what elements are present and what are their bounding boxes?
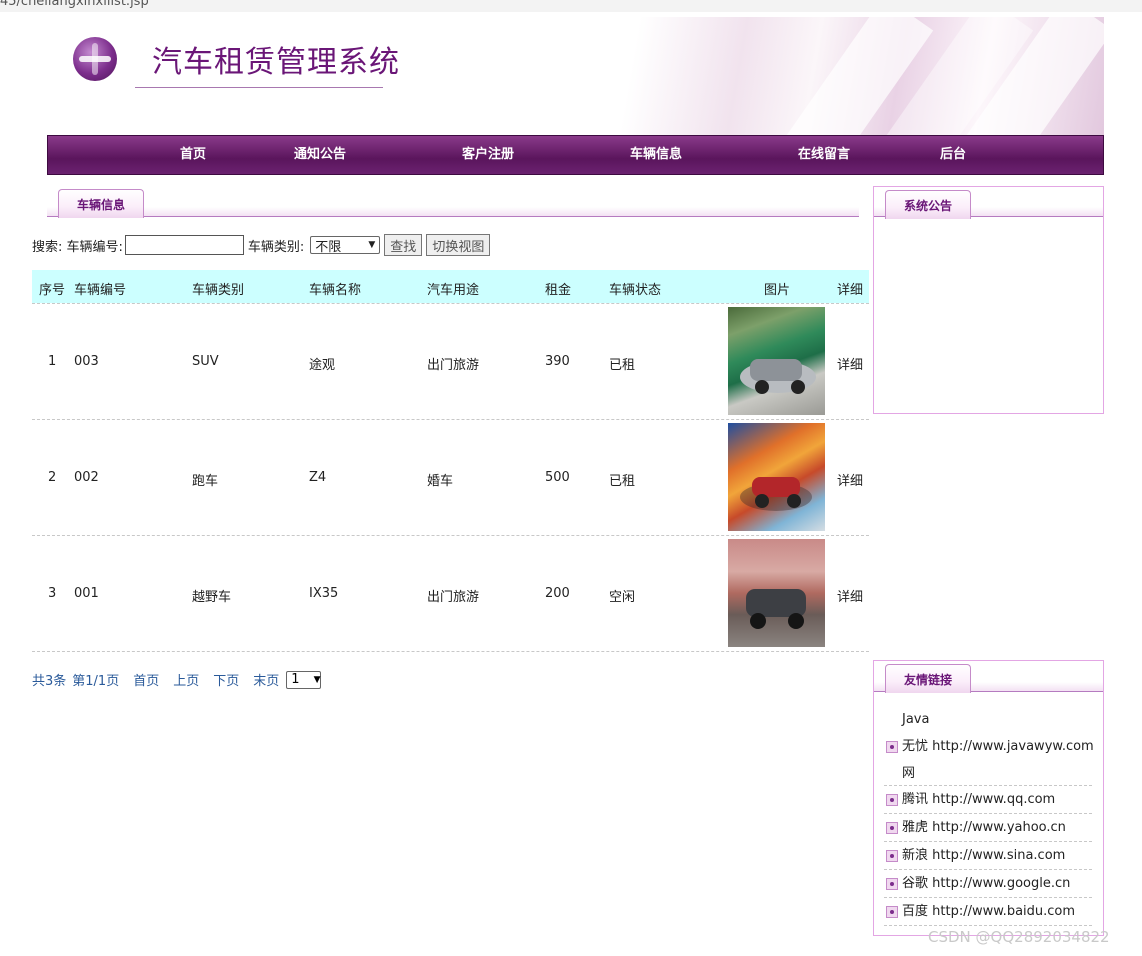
row-detail-link[interactable]: 详细 — [837, 586, 863, 605]
search-button[interactable]: 查找 — [384, 234, 423, 256]
red-suv-photo[interactable] — [728, 423, 825, 531]
page-select[interactable]: 1 ▼ — [286, 670, 322, 689]
nav-home[interactable]: 首页 — [180, 136, 206, 174]
table-row: 1 003 SUV 途观 出门旅游 390 已租 详细 — [32, 304, 869, 420]
row-status: 已租 — [609, 358, 636, 373]
main-tab-line — [47, 207, 859, 217]
dropdown-arrow-icon: ▼ — [368, 240, 376, 250]
row-code: 003 — [74, 354, 99, 369]
title-underline — [135, 87, 383, 88]
notice-box: 系统公告 — [873, 186, 1104, 414]
link-bullet-icon — [886, 850, 898, 862]
list-item[interactable]: 百度 http://www.baidu.com — [884, 898, 1092, 926]
silver-suv-photo[interactable] — [728, 307, 825, 415]
tab-friend-links[interactable]: 友情链接 — [885, 664, 971, 693]
row-status: 已租 — [609, 474, 636, 489]
search-label: 搜索: 车辆编号: — [32, 239, 123, 255]
row-index: 3 — [48, 586, 57, 601]
nav-register[interactable]: 客户注册 — [462, 136, 514, 174]
row-name: Z4 — [309, 470, 327, 485]
site-banner: 汽车租赁管理系统 — [47, 17, 1104, 135]
link-bullet-icon — [886, 794, 898, 806]
link-bullet-icon — [886, 741, 898, 753]
nav-messages[interactable]: 在线留言 — [798, 136, 850, 174]
vehicle-type-select[interactable]: 不限 ▼ — [310, 236, 381, 255]
list-item[interactable]: 雅虎 http://www.yahoo.cn — [884, 814, 1092, 842]
col-image: 图片 — [764, 283, 791, 298]
switch-view-button[interactable]: 切换视图 — [426, 234, 491, 256]
pager-page: 第1/1页 — [72, 674, 120, 689]
tab-system-notice[interactable]: 系统公告 — [885, 190, 971, 219]
nav-notice[interactable]: 通知公告 — [294, 136, 346, 174]
row-type: SUV — [192, 354, 219, 369]
row-index: 2 — [48, 470, 57, 485]
nav-vehicles[interactable]: 车辆信息 — [630, 136, 682, 174]
pager-next[interactable]: 下页 — [213, 670, 239, 689]
list-item[interactable]: 谷歌 http://www.google.cn — [884, 870, 1092, 898]
row-use: 出门旅游 — [427, 358, 480, 373]
pagination: 共3条 第1/1页 首页 上页 下页 末页 1 ▼ — [32, 670, 322, 689]
col-type: 车辆类别 — [192, 283, 245, 298]
row-rent: 500 — [545, 470, 570, 485]
row-code: 001 — [74, 586, 99, 601]
row-detail-link[interactable]: 详细 — [837, 470, 863, 489]
col-status: 车辆状态 — [609, 283, 662, 298]
vehicle-type-label: 车辆类别: — [247, 239, 305, 255]
row-index: 1 — [48, 354, 57, 369]
table-row: 2 002 跑车 Z4 婚车 500 已租 详细 — [32, 420, 869, 536]
site-title: 汽车租赁管理系统 — [152, 45, 400, 80]
row-type: 跑车 — [192, 474, 219, 489]
row-type: 越野车 — [192, 590, 232, 605]
table-header: 序号 车辆编号 车辆类别 车辆名称 汽车用途 租金 车辆状态 图片 详细 — [32, 270, 869, 303]
col-detail: 详细 — [837, 283, 864, 298]
list-item[interactable]: Java 无忧 http://www.javawyw.com 网 — [884, 706, 1094, 786]
row-rent: 390 — [545, 354, 570, 369]
system-logo-icon — [73, 37, 117, 81]
col-name: 车辆名称 — [309, 283, 362, 298]
browser-url-bar[interactable]: 45/cheliangxinxilist.jsp — [0, 0, 1142, 12]
row-status: 空闲 — [609, 590, 636, 605]
vehicle-code-input[interactable] — [124, 235, 244, 255]
row-name: 途观 — [309, 358, 336, 373]
col-rent: 租金 — [545, 283, 572, 298]
col-code: 车辆编号 — [74, 283, 127, 298]
table-row: 3 001 越野车 IX35 出门旅游 200 空闲 详细 — [32, 536, 869, 652]
link-bullet-icon — [886, 822, 898, 834]
main-nav: 首页 通知公告 客户注册 车辆信息 在线留言 后台 — [47, 135, 1104, 175]
row-name: IX35 — [309, 586, 339, 601]
pager-last[interactable]: 末页 — [253, 670, 279, 689]
pager-prev[interactable]: 上页 — [173, 670, 199, 689]
url-text: 45/cheliangxinxilist.jsp — [0, 0, 149, 9]
row-use: 出门旅游 — [427, 590, 480, 605]
row-rent: 200 — [545, 586, 570, 601]
friend-links-list: Java 无忧 http://www.javawyw.com 网 腾讯 http… — [884, 706, 1094, 926]
row-detail-link[interactable]: 详细 — [837, 354, 863, 373]
col-use: 汽车用途 — [427, 283, 480, 298]
list-item[interactable]: 腾讯 http://www.qq.com — [884, 786, 1092, 814]
search-bar: 搜索: 车辆编号: 车辆类别: 不限 ▼ 查找 切换视图 — [32, 233, 491, 257]
pager-first[interactable]: 首页 — [133, 670, 159, 689]
gray-suv-photo[interactable] — [728, 539, 825, 647]
watermark: CSDN @QQ2892034822 — [928, 928, 1110, 946]
list-item[interactable]: 新浪 http://www.sina.com — [884, 842, 1092, 870]
link-bullet-icon — [886, 906, 898, 918]
row-code: 002 — [74, 470, 99, 485]
link-bullet-icon — [886, 878, 898, 890]
tab-vehicle-info[interactable]: 车辆信息 — [58, 189, 144, 218]
dropdown-arrow-icon: ▼ — [313, 674, 321, 685]
pager-total: 共3条 — [32, 674, 67, 689]
row-use: 婚车 — [427, 474, 454, 489]
col-index: 序号 — [39, 283, 66, 298]
nav-admin[interactable]: 后台 — [940, 136, 966, 174]
